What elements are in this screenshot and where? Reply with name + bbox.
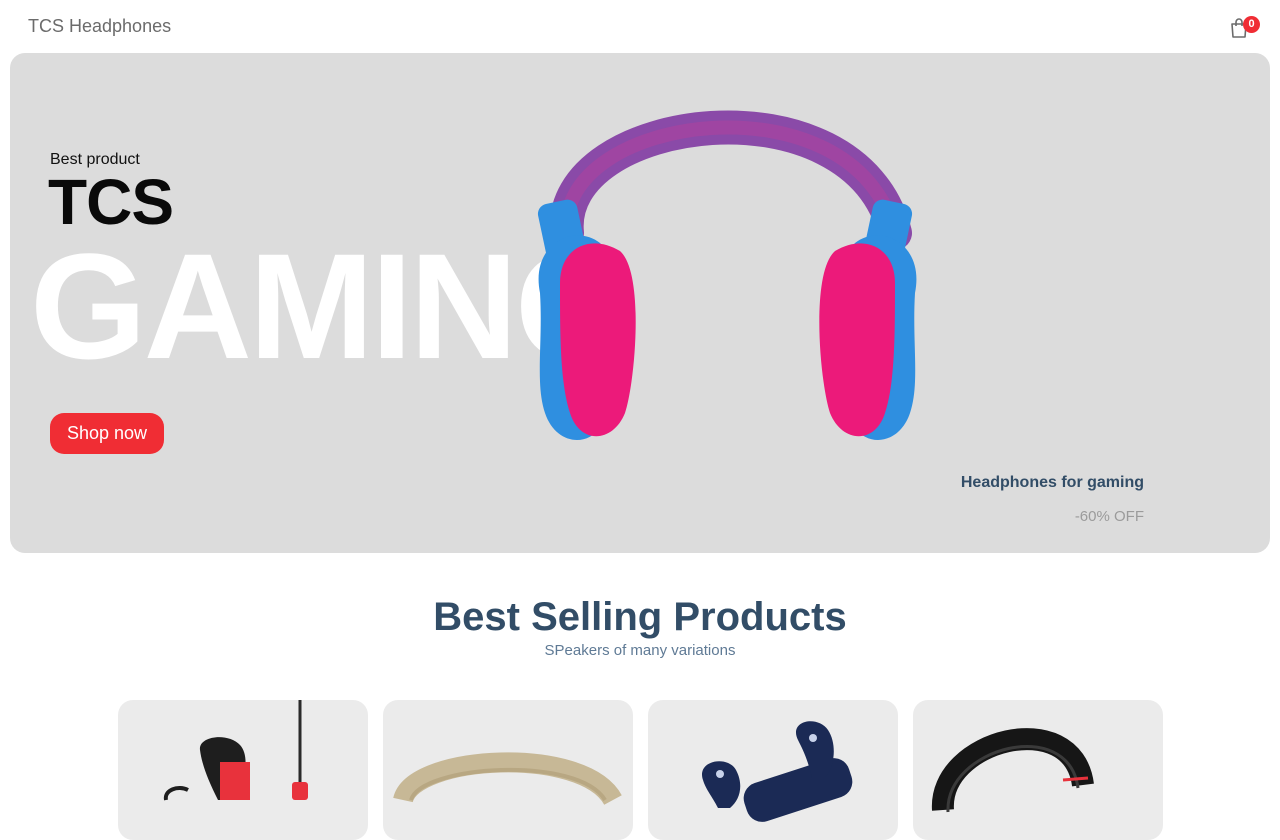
brand-logo-link[interactable]: TCS Headphones: [28, 16, 171, 37]
cart-count-badge: 0: [1243, 16, 1260, 33]
hero-description-text: -60% OFF: [1074, 508, 1144, 525]
headphones-icon: [931, 728, 1094, 813]
products-title: Best Selling Products: [433, 595, 847, 639]
earbuds-icon: [702, 721, 853, 822]
cart-button[interactable]: 0: [1227, 16, 1261, 44]
navbar: TCS Headphones 0: [0, 0, 1280, 53]
product-card[interactable]: [648, 700, 898, 840]
hero-description-title: Headphones for gaming: [960, 474, 1144, 491]
hero-banner: Best product TCS GAMING Shop now Headpho…: [10, 53, 1270, 553]
product-card[interactable]: [383, 700, 633, 840]
shop-now-button[interactable]: Shop now: [50, 413, 164, 454]
headphones-icon: [393, 752, 622, 806]
product-card[interactable]: [913, 700, 1163, 840]
products-subtitle: SPeakers of many variations: [544, 642, 736, 659]
product-card[interactable]: [118, 700, 368, 840]
earphones-icon: [163, 700, 308, 801]
products-heading: Best Selling Products SPeakers of many v…: [0, 592, 1280, 660]
headphones-icon: [537, 110, 917, 440]
